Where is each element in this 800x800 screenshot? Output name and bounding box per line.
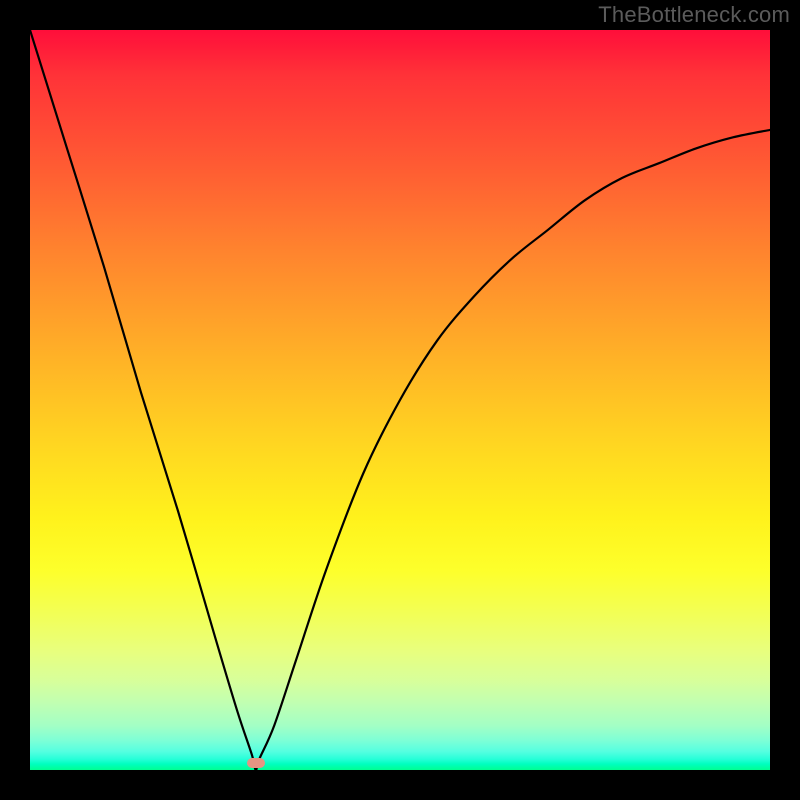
bottleneck-curve	[30, 30, 770, 770]
watermark-text: TheBottleneck.com	[598, 2, 790, 28]
minimum-marker	[247, 758, 265, 768]
plot-area	[30, 30, 770, 770]
chart-frame: TheBottleneck.com	[0, 0, 800, 800]
